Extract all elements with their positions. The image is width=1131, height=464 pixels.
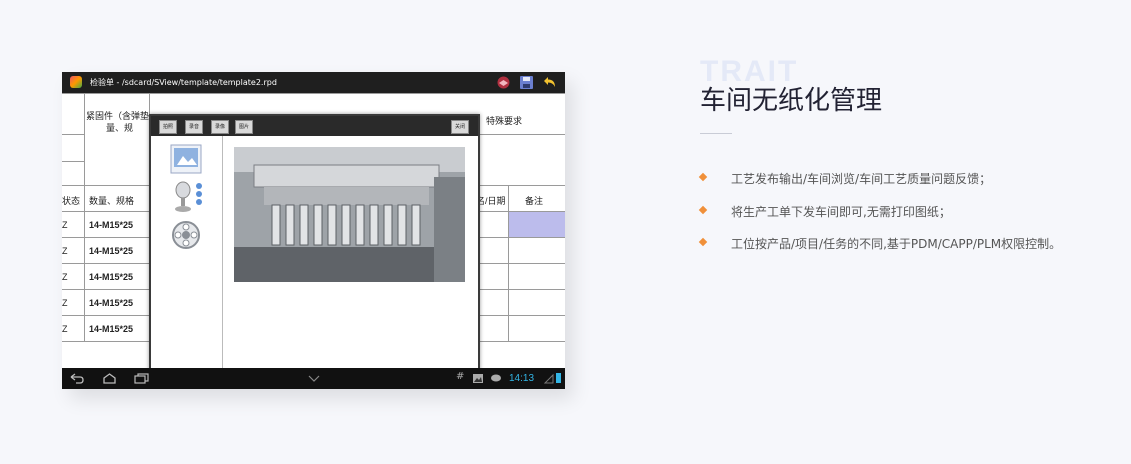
col-status: 状态 bbox=[62, 196, 81, 206]
row-status: Z bbox=[62, 324, 68, 334]
inspection-table: 紧固件（含弹垫 量、规 特殊要求 状态 数量、规格 名/日期 备注 Z 14-M… bbox=[62, 93, 565, 380]
photo-button[interactable]: 拍照 bbox=[159, 120, 178, 134]
col-date: 名/日期 bbox=[476, 196, 506, 206]
media-dialog: 拍照 录音 录像 图片 关闭 bbox=[149, 114, 480, 380]
header-special: 特殊要求 bbox=[486, 116, 523, 126]
diamond-bullet-icon bbox=[698, 237, 708, 247]
feature-text: 将生产工单下发车间即可,无需打印图纸； bbox=[731, 205, 951, 219]
window-title: 检验单 - /sdcard/SView/template/template2.r… bbox=[90, 78, 277, 87]
message-status-icon bbox=[491, 374, 501, 382]
back-arrow-icon[interactable] bbox=[542, 75, 557, 90]
sync-icon[interactable] bbox=[496, 75, 511, 90]
col-note: 备注 bbox=[525, 196, 544, 206]
row-status: Z bbox=[62, 220, 68, 230]
dialog-toolbar: 拍照 录音 录像 图片 关闭 bbox=[151, 116, 478, 136]
save-icon[interactable] bbox=[519, 75, 534, 90]
section-heading: 车间无纸化管理 bbox=[700, 86, 883, 116]
home-nav-icon[interactable] bbox=[102, 373, 117, 384]
keyboard-hide-icon[interactable] bbox=[308, 375, 320, 382]
audio-thumb-icon[interactable] bbox=[169, 180, 205, 214]
col-qty: 数量、规格 bbox=[89, 196, 135, 206]
heading-divider bbox=[700, 133, 732, 134]
feature-text: 工艺发布输出/车间浏览/车间工艺质量问题反馈； bbox=[731, 172, 992, 186]
row-status: Z bbox=[62, 246, 68, 256]
app-screenshot: 检验单 - /sdcard/SView/template/template2.r… bbox=[62, 72, 565, 389]
status-clock: 14:13 bbox=[509, 373, 535, 384]
diamond-bullet-icon bbox=[698, 172, 708, 182]
battery-icon bbox=[556, 373, 561, 383]
feature-text: 工位按产品/项目/任务的不同,基于PDM/CAPP/PLM权限控制。 bbox=[731, 237, 1062, 251]
row-qty: 14-M15*25 bbox=[89, 246, 134, 256]
image-thumb-icon[interactable] bbox=[169, 142, 205, 176]
android-nav-bar: # 14:13 bbox=[62, 368, 565, 389]
recent-apps-icon[interactable] bbox=[134, 373, 149, 384]
diamond-bullet-icon bbox=[698, 205, 708, 215]
image-button[interactable]: 图片 bbox=[235, 120, 254, 134]
selected-cell[interactable] bbox=[509, 212, 565, 237]
row-qty: 14-M15*25 bbox=[89, 220, 134, 230]
gallery-status-icon bbox=[473, 374, 483, 383]
attachment-list bbox=[151, 136, 223, 378]
signal-icon bbox=[544, 373, 554, 384]
machine-photo bbox=[234, 147, 465, 282]
app-icon bbox=[70, 76, 82, 88]
row-status: Z bbox=[62, 298, 68, 308]
row-qty: 14-M15*25 bbox=[89, 324, 134, 334]
header-fastener-2: 量、规 bbox=[106, 123, 134, 133]
row-qty: 14-M15*25 bbox=[89, 272, 134, 282]
close-button[interactable]: 关闭 bbox=[451, 120, 470, 134]
row-status: Z bbox=[62, 272, 68, 282]
video-button[interactable]: 录像 bbox=[211, 120, 230, 134]
back-nav-icon[interactable] bbox=[70, 373, 84, 384]
hash-icon: # bbox=[456, 371, 465, 382]
audio-button[interactable]: 录音 bbox=[185, 120, 204, 134]
video-thumb-icon[interactable] bbox=[169, 218, 205, 252]
row-qty: 14-M15*25 bbox=[89, 298, 134, 308]
title-bar: 检验单 - /sdcard/SView/template/template2.r… bbox=[62, 72, 565, 93]
